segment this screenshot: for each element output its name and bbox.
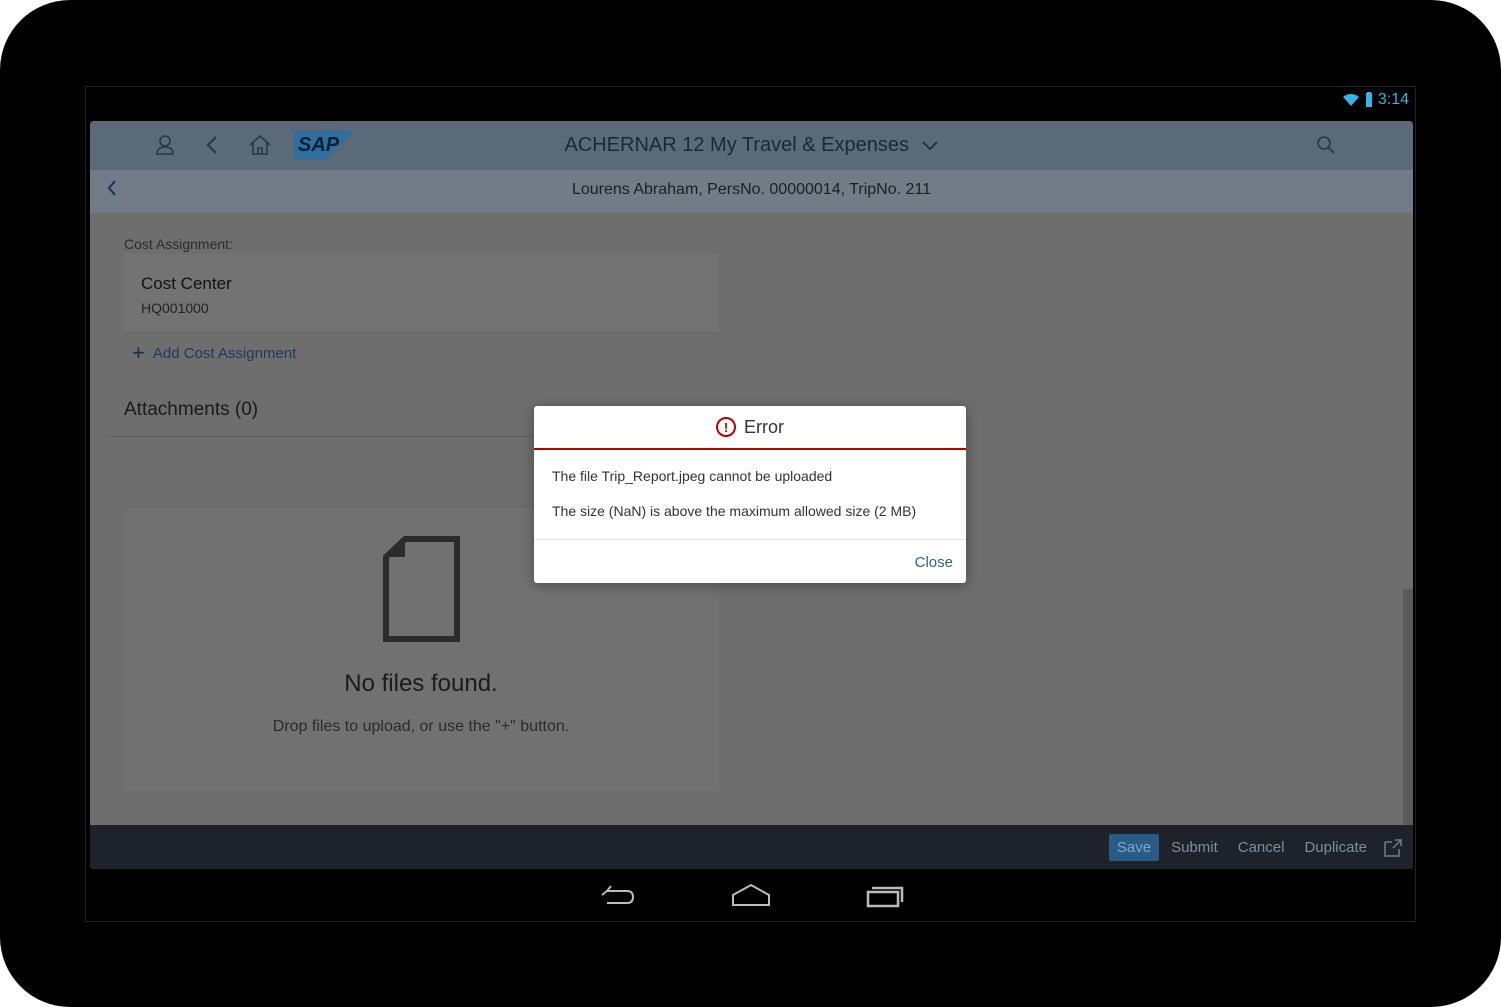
- add-cost-assignment-link[interactable]: + Add Cost Assignment: [132, 340, 296, 366]
- chevron-down-icon: [921, 141, 938, 151]
- cost-assignment-label: Cost Assignment:: [124, 236, 233, 252]
- cost-center-item[interactable]: Cost Center HQ001000: [124, 254, 718, 333]
- close-button[interactable]: Close: [915, 554, 953, 571]
- cost-center-value: HQ001000: [141, 300, 209, 316]
- error-icon: !: [716, 417, 736, 437]
- dialog-title: Error: [744, 416, 784, 437]
- add-cost-assignment-label: Add Cost Assignment: [152, 344, 297, 362]
- error-dialog: ! Error The file Trip_Report.jpeg cannot…: [534, 406, 966, 583]
- clock: 3:14: [1377, 91, 1409, 108]
- error-message-2: The size (NaN) is above the maximum allo…: [552, 503, 917, 519]
- footer-toolbar: Save Submit Cancel Duplicate: [90, 825, 1413, 869]
- trip-title: Lourens Abraham, PersNo. 00000014, TripN…: [571, 181, 932, 198]
- shell-header: SAP ACHERNAR 12 My Travel & Expenses: [90, 121, 1413, 170]
- footer-buttons: Save Submit Cancel Duplicate: [1105, 834, 1403, 861]
- status-bar: 3:14: [86, 87, 1415, 113]
- status-bar-right: 3:14: [1342, 91, 1409, 109]
- share-icon[interactable]: [1383, 838, 1403, 858]
- app-title-text: ACHERNAR 12 My Travel & Expenses: [564, 134, 909, 156]
- duplicate-button[interactable]: Duplicate: [1296, 834, 1375, 861]
- dialog-header: ! Error: [534, 406, 966, 450]
- plus-icon: +: [132, 340, 145, 365]
- app-title[interactable]: ACHERNAR 12 My Travel & Expenses: [90, 134, 1413, 157]
- android-back-icon[interactable]: [599, 883, 635, 909]
- no-files-title: No files found.: [344, 670, 498, 697]
- error-message-1: The file Trip_Report.jpeg cannot be uplo…: [552, 468, 833, 484]
- android-nav-bar: [86, 873, 1415, 921]
- dialog-divider: [534, 539, 966, 540]
- battery-icon: [1365, 92, 1372, 107]
- search-icon[interactable]: [1316, 135, 1336, 155]
- document-icon: [383, 536, 460, 642]
- cost-center-name: Cost Center: [141, 274, 232, 293]
- upload-hint: Drop files to upload, or use the "+" but…: [272, 718, 570, 735]
- cancel-button[interactable]: Cancel: [1230, 834, 1293, 861]
- android-recents-icon[interactable]: [866, 883, 904, 909]
- wifi-icon: [1342, 93, 1359, 106]
- submit-button[interactable]: Submit: [1163, 834, 1226, 861]
- android-home-icon[interactable]: [731, 883, 771, 909]
- save-button[interactable]: Save: [1108, 834, 1160, 861]
- attachments-title: Attachments (0): [124, 399, 259, 420]
- page-subheader: Lourens Abraham, PersNo. 00000014, TripN…: [90, 170, 1413, 214]
